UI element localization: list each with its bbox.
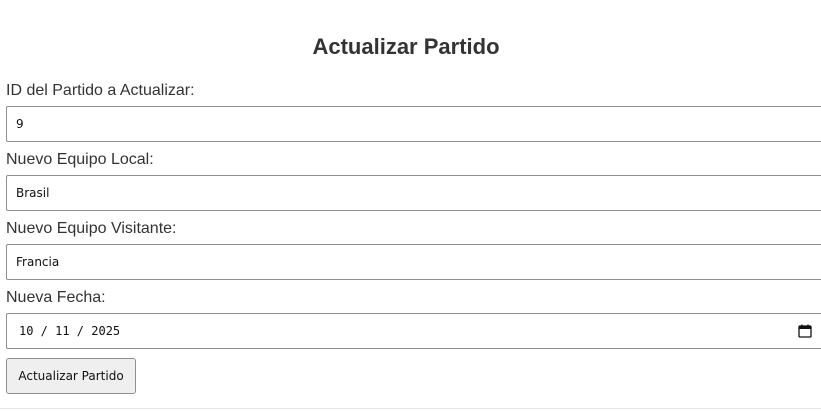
date-value: 10 / 11 / 2025 [19,324,121,338]
calendar-icon[interactable] [798,324,812,338]
date-label: Nueva Fecha: [6,289,106,306]
visitor-team-label: Nuevo Equipo Visitante: [6,220,177,237]
date-input[interactable]: 10 / 11 / 2025 [6,313,821,349]
page-title: Actualizar Partido [312,34,500,59]
update-match-button[interactable]: Actualizar Partido [6,358,136,394]
local-team-label: Nuevo Equipo Local: [6,151,154,168]
id-label: ID del Partido a Actualizar: [6,82,195,99]
match-id-input[interactable]: 9 [6,106,821,142]
visitor-team-input[interactable]: Francia [6,244,821,280]
divider [0,408,821,409]
local-team-input[interactable]: Brasil [6,175,821,211]
local-team-value: Brasil [16,186,50,200]
match-id-value: 9 [16,117,24,131]
visitor-team-value: Francia [16,255,60,269]
